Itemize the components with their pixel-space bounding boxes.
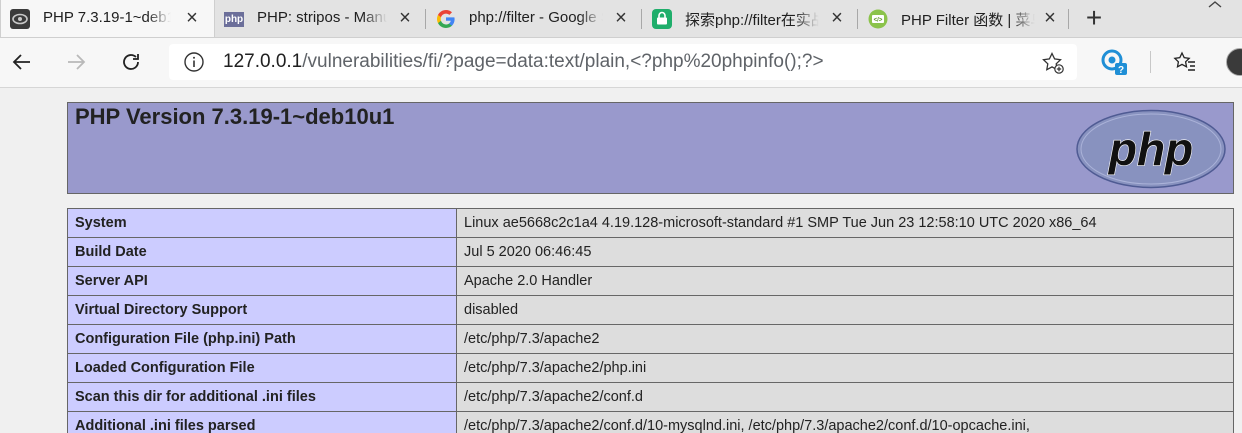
row-value: disabled [456,295,1234,325]
new-tab-button[interactable]: + [1080,4,1108,32]
tab-title: PHP: stripos - Manual [257,9,387,26]
table-row: System Linux ae5668c2c1a4 4.19.128-micros… [67,208,1234,238]
reload-button[interactable] [117,48,145,76]
php-logo-text: php [1107,123,1193,175]
tab-title: 探索php://filter在实战中的应用 [685,9,819,30]
address-bar[interactable]: 127.0.0.1/vulnerabilities/fi/?page=data:… [169,44,1077,80]
row-label: Loaded Configuration File [67,353,457,383]
row-label: Configuration File (php.ini) Path [67,324,457,354]
svg-text:</>: </> [874,18,883,24]
tab-runoob-filter[interactable]: </> PHP Filter 函数 | 菜鸟教程 × [859,0,1067,37]
browser-toolbar: 127.0.0.1/vulnerabilities/fi/?page=data:… [0,38,1242,88]
row-value: Apache 2.0 Handler [456,266,1234,296]
row-label: Additional .ini files parsed [67,411,457,433]
toolbar-divider [1150,51,1151,73]
tab-separator [1068,9,1069,29]
tab-stripos-manual[interactable]: php PHP: stripos - Manual × [215,0,425,37]
php-logo-icon[interactable]: php [1075,109,1227,189]
row-label: Server API [67,266,457,296]
row-value: /etc/php/7.3/apache2/conf.d/10-mysqlnd.i… [456,411,1234,433]
google-icon [436,9,456,29]
tab-separator [857,9,858,29]
table-row: Scan this dir for additional .ini files /… [67,382,1234,412]
row-value: Linux ae5668c2c1a4 4.19.128-microsoft-st… [456,208,1234,238]
tab-title: PHP Filter 函数 | 菜鸟教程 [901,9,1035,30]
url-host: 127.0.0.1 [223,51,303,72]
table-row: Loaded Configuration File/etc/php/7.3/ap… [67,353,1234,383]
table-row: Virtual Directory Support disabled [67,295,1234,325]
tab-php-filter-article[interactable]: 探索php://filter在实战中的应用 × [643,0,855,37]
row-value: /etc/php/7.3/apache2/php.ini [456,353,1234,383]
row-value: /etc/php/7.3/apache2/conf.d [456,382,1234,412]
favorites-list-icon [1173,51,1195,71]
refresh-icon [123,54,139,70]
extension-button[interactable]: ? [1100,48,1128,76]
favorites-button[interactable] [1171,48,1199,76]
close-icon[interactable]: × [1041,8,1059,28]
table-row: Server API Apache 2.0 Handler [67,266,1234,296]
extension-icon: ? [1101,49,1127,76]
tab-phpinfo[interactable]: PHP 7.3.19-1~deb10u1 × [0,0,215,37]
url-path: /vulnerabilities/fi/?page=data:text/plai… [302,51,824,72]
row-label: System [67,208,457,238]
table-row: Configuration File (php.ini) Path/etc/ph… [67,324,1234,354]
arrow-right-icon [68,54,86,70]
page-title: PHP Version 7.3.19-1~deb10u1 [75,104,395,129]
back-button[interactable] [8,48,36,76]
forward-button[interactable] [62,48,90,76]
add-favorite-icon[interactable] [1041,51,1065,80]
tab-separator [641,9,642,29]
row-value: Jul 5 2020 06:46:45 [456,237,1234,267]
tab-title: php://filter - Google Search [469,9,603,26]
lock-icon [652,9,672,29]
close-icon[interactable]: × [396,8,414,28]
phpinfo-table: System Linux ae5668c2c1a4 4.19.128-micros… [67,208,1234,433]
chevron-up-icon[interactable] [1208,1,1222,11]
eye-icon [10,9,30,29]
table-row: Additional .ini files parsed/etc/php/7.3… [67,411,1234,433]
tab-strip: PHP 7.3.19-1~deb10u1 × php PHP: stripos … [0,0,1242,38]
arrow-left-icon [12,54,30,70]
row-label: Scan this dir for additional .ini files [67,382,457,412]
page-content: PHP Version 7.3.19-1~deb10u1 php System L… [0,88,1242,433]
svg-text:?: ? [1118,65,1124,76]
table-row: Build Date Jul 5 2020 06:46:45 [67,237,1234,267]
code-icon: </> [868,9,888,29]
row-label: Virtual Directory Support [67,295,457,325]
close-icon[interactable]: × [828,8,846,28]
close-icon[interactable]: × [183,8,201,28]
php-version-header: PHP Version 7.3.19-1~deb10u1 php [67,102,1234,194]
php-icon: php [223,11,245,27]
info-icon[interactable] [183,51,205,78]
url-text[interactable]: 127.0.0.1/vulnerabilities/fi/?page=data:… [223,51,824,73]
tab-title: PHP 7.3.19-1~deb10u1 [43,9,171,26]
row-value: /etc/php/7.3/apache2 [456,324,1234,354]
tab-google-search[interactable]: php://filter - Google Search × [427,0,639,37]
row-label: Build Date [67,237,457,267]
tab-separator [425,9,426,29]
profile-avatar[interactable] [1226,48,1242,76]
close-icon[interactable]: × [612,8,630,28]
